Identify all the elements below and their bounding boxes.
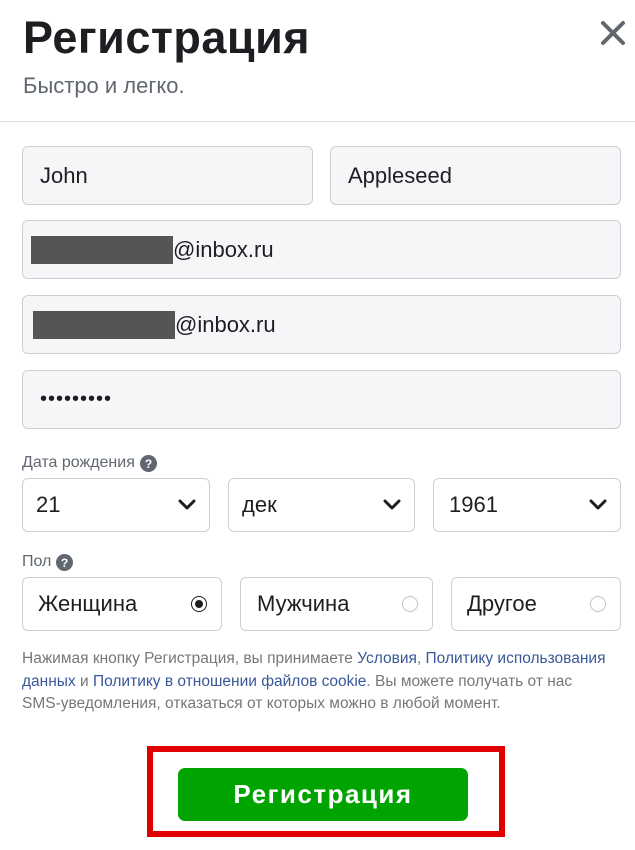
redacted-block [31,235,173,264]
gender-label: Пол ? [22,553,74,571]
email-field[interactable]: @inbox.ru [22,220,621,279]
first-name-value: John [40,162,88,188]
gender-label-text: Пол [22,553,52,570]
birthday-year-select[interactable]: 1961 [433,478,621,532]
email-confirm-domain: @inbox.ru [175,311,276,337]
birthday-month-select[interactable]: дек [228,478,415,532]
password-field[interactable]: ••••••••• [22,370,621,429]
terms-part1: Нажимая кнопку Регистрация, вы принимает… [22,650,358,667]
redacted-block [33,310,175,339]
chevron-down-icon [383,499,401,510]
help-icon[interactable]: ? [139,454,157,472]
radio-unchecked[interactable] [590,596,606,612]
gender-option-label: Другое [467,591,537,616]
terms-text: Нажимая кнопку Регистрация, вы принимает… [22,648,607,716]
first-name-field[interactable]: John [22,146,313,205]
email-confirm-field[interactable]: @inbox.ru [22,295,621,354]
password-value: ••••••••• [40,388,113,410]
birthday-day-value: 21 [36,492,61,517]
terms-and: и [75,672,93,690]
email-domain: @inbox.ru [173,236,274,262]
gender-option-female[interactable]: Женщина [22,577,222,631]
birthday-label: Дата рождения ? [22,454,157,472]
help-icon[interactable]: ? [56,553,74,571]
radio-checked[interactable] [191,596,207,612]
svg-text:?: ? [145,457,152,471]
birthday-label-text: Дата рождения [22,454,135,471]
cookie-policy-link[interactable]: Политику в отношении файлов cookie [93,673,366,690]
svg-text:?: ? [61,556,68,570]
birthday-month-value: дек [242,492,277,517]
register-button[interactable]: Регистрация [178,768,468,821]
gender-option-label: Женщина [38,591,138,616]
terms-link[interactable]: Условия [357,650,417,667]
last-name-field[interactable]: Appleseed [330,146,621,205]
close-icon[interactable] [598,18,628,48]
dialog-header: Регистрация Быстро и легко. [0,0,635,122]
radio-unchecked[interactable] [402,596,418,612]
chevron-down-icon [178,499,196,510]
gender-option-label: Мужчина [257,591,350,616]
page-title: Регистрация [23,12,310,63]
birthday-year-value: 1961 [449,492,498,517]
birthday-day-select[interactable]: 21 [22,478,210,532]
last-name-value: Appleseed [348,162,452,188]
terms-sep: , [416,650,426,667]
gender-option-other[interactable]: Другое [451,577,621,631]
page-subtitle: Быстро и легко. [23,73,185,98]
chevron-down-icon [589,499,607,510]
gender-option-male[interactable]: Мужчина [240,577,433,631]
